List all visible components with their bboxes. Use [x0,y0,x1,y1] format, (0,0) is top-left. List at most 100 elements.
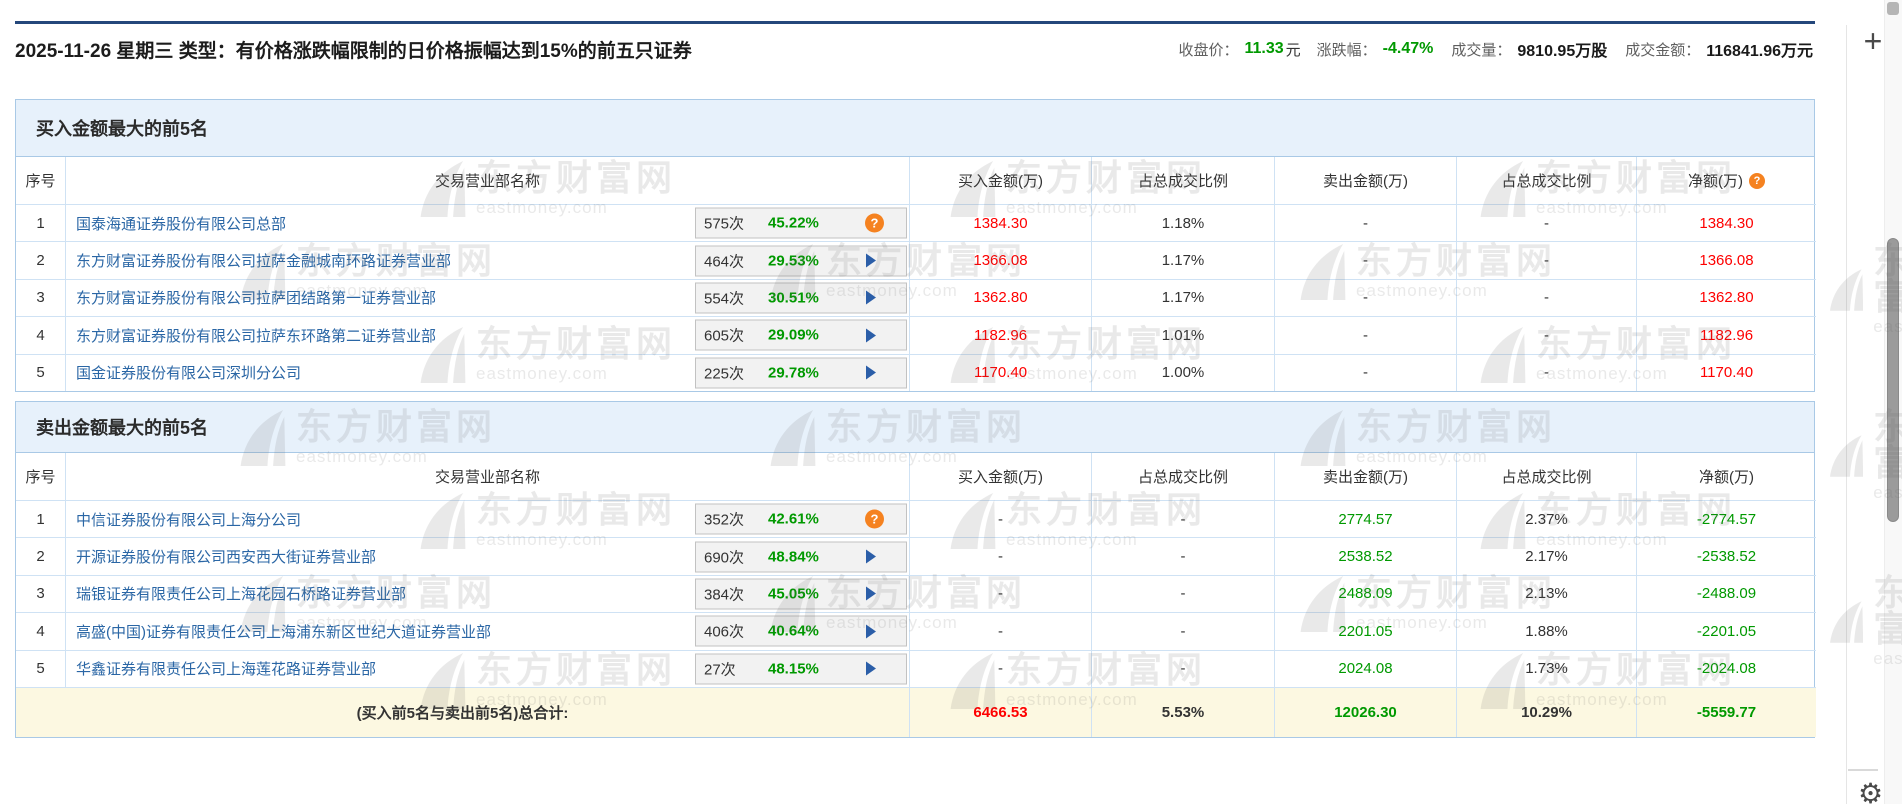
trade-detail-box[interactable]: 352次 42.61%? [695,503,907,535]
sell-ratio-cell: 1.73% [1457,649,1637,687]
broker-name-link[interactable]: 华鑫证券有限责任公司上海莲花路证券营业部 [76,658,376,679]
column-header-label: 序号 [25,173,56,190]
header-divider-line [15,21,1815,24]
sell-amount: 2488.09 [1338,585,1393,603]
scrollbar-top-button[interactable] [1887,2,1899,15]
buy-amount: 1366.08 [973,252,1028,270]
table-row: 5 华鑫证券有限责任公司上海莲花路证券营业部 27次 48.15% - -2024.08 1… [16,649,1816,687]
net-amount: -2538.52 [1696,548,1757,566]
trade-count: 352次 [704,511,745,529]
column-header: 买入金额(万) [910,453,1092,500]
stat-label: 收盘价： [1178,41,1239,59]
buy-amount: - [998,510,1003,528]
broker-name-link[interactable]: 国金证券股份有限公司深圳分公司 [76,362,301,383]
broker-name-link[interactable]: 东方财富证券股份有限公司拉萨金融城南环路证券营业部 [76,250,451,271]
broker-name-link[interactable]: 开源证券股份有限公司西安西大街证券营业部 [76,546,376,567]
rank-cell: 1 [16,500,66,538]
buy-ratio-cell: - [1092,500,1275,538]
broker-name-link[interactable]: 中信证券股份有限公司上海分公司 [76,509,301,530]
trade-detail-box[interactable]: 225次 29.78% [695,357,907,389]
rank-cell: 2 [16,537,66,575]
right-rail-divider [1846,25,1847,804]
buy-ratio-cell: 1.17% [1092,241,1275,279]
broker-name-link[interactable]: 东方财富证券股份有限公司拉萨团结路第一证券营业部 [76,287,436,308]
buy-ratio-cell: - [1092,574,1275,613]
trade-detail-box[interactable]: 554次 30.51% [695,282,907,314]
total-buy-amount: 6466.53 [973,703,1028,721]
net-amount: 1366.08 [1699,252,1754,270]
stat-value: -4.47% [1382,40,1434,57]
net-amount-cell: -2488.09 [1637,574,1816,612]
amplitude-percent: 29.78% [768,364,819,382]
sell-amount-cell: 2201.05 [1275,612,1457,650]
broker-name-link[interactable]: 国泰海通证券股份有限公司总部 [76,213,286,234]
stat-value: 116841.96万元 [1706,43,1813,60]
column-header: 占总成交比例 [1092,453,1275,500]
trade-detail-box[interactable]: 605次 29.09% [695,319,907,351]
buy-amount-cell: - [910,612,1092,650]
rank-cell: 5 [16,649,66,687]
sell-ratio-cell: - [1457,204,1637,242]
amplitude-percent: 42.61% [768,510,819,528]
sell-ratio-cell: 1.88% [1457,612,1637,650]
stat-label: 成交金额： [1625,41,1701,59]
amplitude-percent: 48.15% [768,660,819,678]
column-header-label: 卖出金额(万) [1323,469,1408,486]
settings-gear-icon[interactable]: ⚙ [1858,780,1883,804]
column-header: 序号 [16,157,66,204]
rank-number: 1 [36,510,45,528]
expand-arrow-icon [866,661,876,676]
sell-amount: - [1363,364,1368,382]
broker-name-link[interactable]: 瑞银证券有限责任公司上海花园石桥路证券营业部 [76,583,406,604]
broker-name-cell: 国泰海通证券股份有限公司总部 575次 45.22%? [66,204,910,242]
trade-detail-box[interactable]: 575次 45.22%? [695,207,907,239]
stat-value: 9810.95万股 [1517,43,1608,60]
stat-label: 成交量： [1451,41,1512,59]
broker-name-link[interactable]: 东方财富证券股份有限公司拉萨东环路第二证券营业部 [76,325,436,346]
buy-ratio: - [1180,585,1186,603]
help-icon[interactable]: ? [865,509,884,529]
trade-count: 406次 [704,623,745,641]
rank-number: 4 [36,326,45,344]
rank-number: 3 [36,289,45,307]
trade-detail-box[interactable]: 27次 48.15% [695,653,907,685]
column-header: 序号 [16,453,66,500]
column-header: 卖出金额(万) [1275,157,1457,204]
net-amount: -2774.57 [1696,510,1757,528]
buy-amount-cell: 1366.08 [910,241,1092,279]
trade-detail-box[interactable]: 464次 29.53% [695,245,907,277]
buy-ratio-cell: 1.00% [1092,353,1275,391]
sell-table-body: 1 中信证券股份有限公司上海分公司 352次 42.61%? - -2774.57 2.37… [16,500,1816,687]
help-icon[interactable]: ? [865,213,884,233]
broker-name-cell: 中信证券股份有限公司上海分公司 352次 42.61%? [66,500,910,538]
column-header: 卖出金额(万) [1275,453,1457,500]
sell-amount: - [1363,326,1368,344]
trade-detail-box[interactable]: 384次 45.05% [695,578,907,610]
column-header: 占总成交比例 [1457,157,1637,204]
help-icon[interactable]: ? [1749,172,1765,189]
sell-ratio: - [1544,289,1549,307]
net-amount: -2488.09 [1696,585,1757,603]
expand-arrow-icon [866,549,876,564]
sell-ratio: 2.37% [1525,510,1568,528]
trade-count: 554次 [704,290,745,308]
net-amount-cell: 1170.40 [1637,353,1816,391]
broker-name-link[interactable]: 高盛(中国)证券有限责任公司上海浦东新区世纪大道证券营业部 [76,621,491,642]
trade-count: 575次 [704,215,745,233]
buy-amount-cell: 1362.80 [910,278,1092,317]
plus-icon[interactable]: + [1860,23,1886,59]
sell-ratio: - [1544,252,1549,270]
trade-detail-box[interactable]: 406次 40.64% [695,615,907,647]
net-amount-cell: -2774.57 [1637,500,1816,537]
expand-arrow-icon [866,365,876,380]
vertical-scrollbar-thumb[interactable] [1887,238,1899,522]
buy-amount-cell: - [910,574,1092,613]
broker-name-cell: 国金证券股份有限公司深圳分公司 225次 29.78% [66,353,910,391]
table-row: 2 开源证券股份有限公司西安西大街证券营业部 690次 48.84% - -2538.52… [16,537,1816,575]
sell-amount-cell: 2538.52 [1275,537,1457,575]
trade-detail-box[interactable]: 690次 48.84% [695,541,907,573]
rank-number: 2 [36,252,45,270]
net-amount: 1170.40 [1699,364,1754,382]
rank-cell: 5 [16,353,66,391]
sell-ratio-cell: - [1457,316,1637,354]
